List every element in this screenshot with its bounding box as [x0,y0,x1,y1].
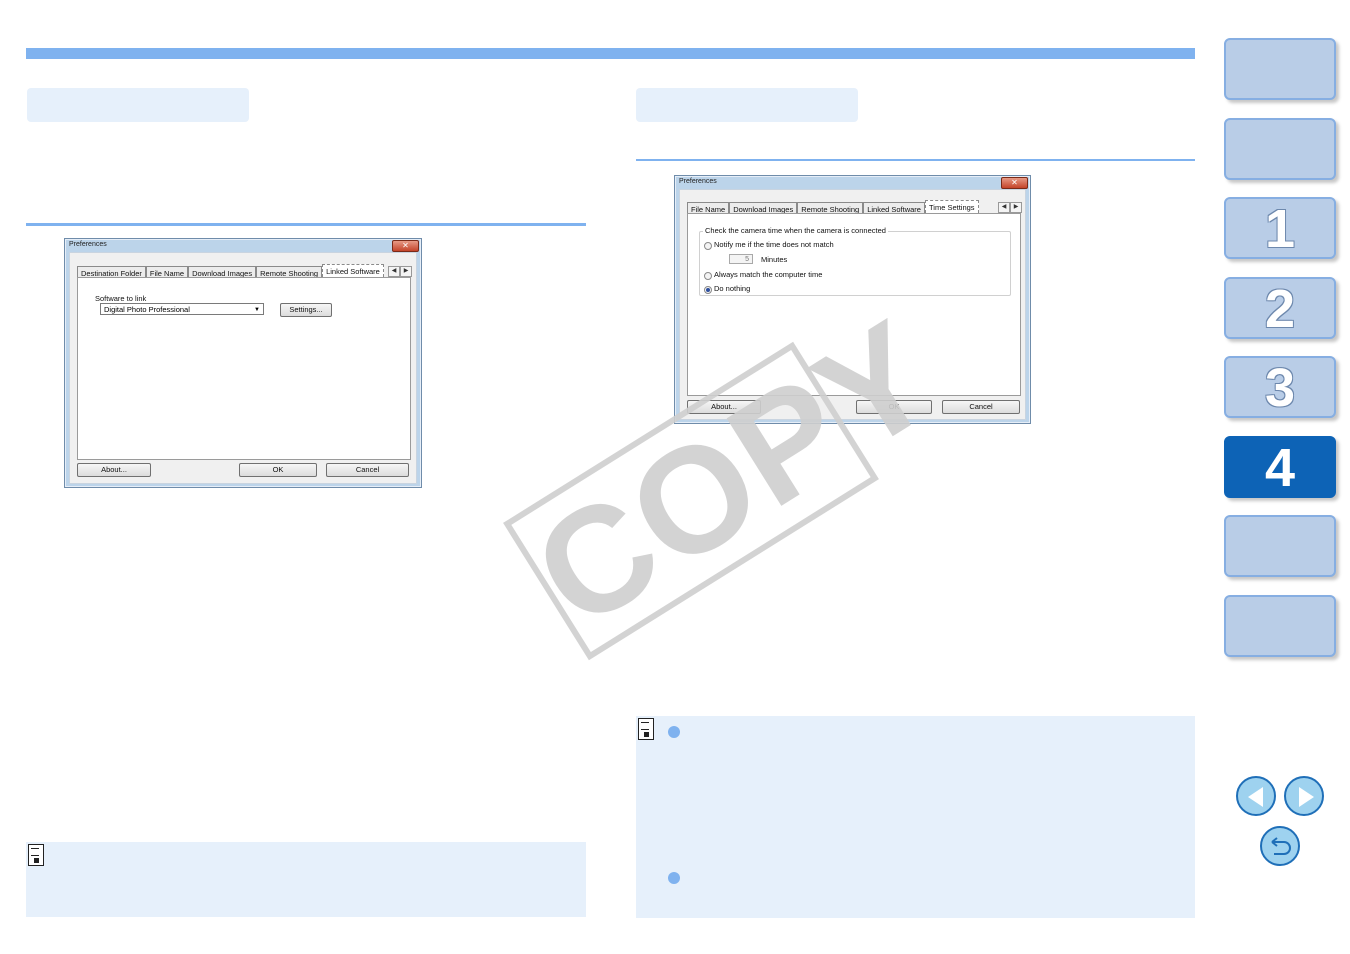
group-label: Check the camera time when the camera is… [703,226,888,235]
prev-page-button[interactable] [1236,776,1276,816]
memo-icon [638,718,654,740]
radio-do-nothing[interactable] [704,286,712,294]
memo-icon [28,844,44,866]
close-icon[interactable]: ✕ [1001,177,1028,189]
nav-button-chapter-4[interactable]: 4 [1224,436,1336,498]
bullet-icon [668,726,680,738]
about-button[interactable]: About... [77,463,151,477]
software-select-value: Digital Photo Professional [104,305,190,314]
dialog-title: Preferences [69,241,107,248]
prev-page-icon [1248,787,1263,807]
tab-scroll-left-icon[interactable]: ◀ [388,266,400,277]
tab-scroll: ◀ ▶ [388,266,412,277]
nav-button-intro[interactable] [1224,118,1336,180]
section-heading-right [636,88,858,122]
tab-scroll-right-icon[interactable]: ▶ [1010,202,1022,213]
option-always-label: Always match the computer time [714,270,823,279]
nav-button-index[interactable] [1224,595,1336,657]
dialog-body: Destination Folder File Name Download Im… [69,252,417,484]
dropdown-arrow-icon: ▼ [254,307,260,313]
divider-right [636,159,1195,161]
nav-button-chapter-1[interactable]: 1 [1224,197,1336,259]
nav-button-reference[interactable] [1224,515,1336,577]
cancel-button[interactable]: Cancel [326,463,409,477]
minutes-input[interactable]: 5 [729,254,753,264]
ok-button[interactable]: OK [239,463,317,477]
next-page-button[interactable] [1284,776,1324,816]
radio-notify[interactable] [704,242,712,250]
nav-button-chapter-2[interactable]: 2 [1224,277,1336,339]
tab-scroll-right-icon[interactable]: ▶ [400,266,412,277]
tab-scroll-left-icon[interactable]: ◀ [998,202,1010,213]
divider-left [26,223,586,226]
tab-scroll: ◀ ▶ [998,202,1022,213]
nav-button-contents[interactable] [1224,38,1336,100]
radio-always-match[interactable] [704,272,712,280]
note-box-left [26,842,586,917]
tab-panel: Software to link Digital Photo Professio… [77,277,411,460]
back-button[interactable] [1260,826,1300,866]
software-select[interactable]: Digital Photo Professional ▼ [100,303,264,315]
section-heading-left [27,88,249,122]
option-notify-label: Notify me if the time does not match [714,240,834,249]
nav-button-chapter-3[interactable]: 3 [1224,356,1336,418]
dialog-title: Preferences [679,178,717,185]
cancel-button[interactable]: Cancel [942,400,1020,414]
preferences-dialog-linked-software: Preferences ✕ Destination Folder File Na… [64,238,422,488]
settings-button[interactable]: Settings... [280,303,332,317]
back-icon [1271,837,1291,855]
close-icon[interactable]: ✕ [392,240,419,252]
bullet-icon [668,872,680,884]
note-box-right [636,716,1195,918]
option-nothing-label: Do nothing [714,284,751,293]
next-page-icon [1299,787,1314,807]
software-to-link-label: Software to link [95,294,147,303]
minutes-label: Minutes [761,255,788,264]
header-bar [26,48,1195,59]
